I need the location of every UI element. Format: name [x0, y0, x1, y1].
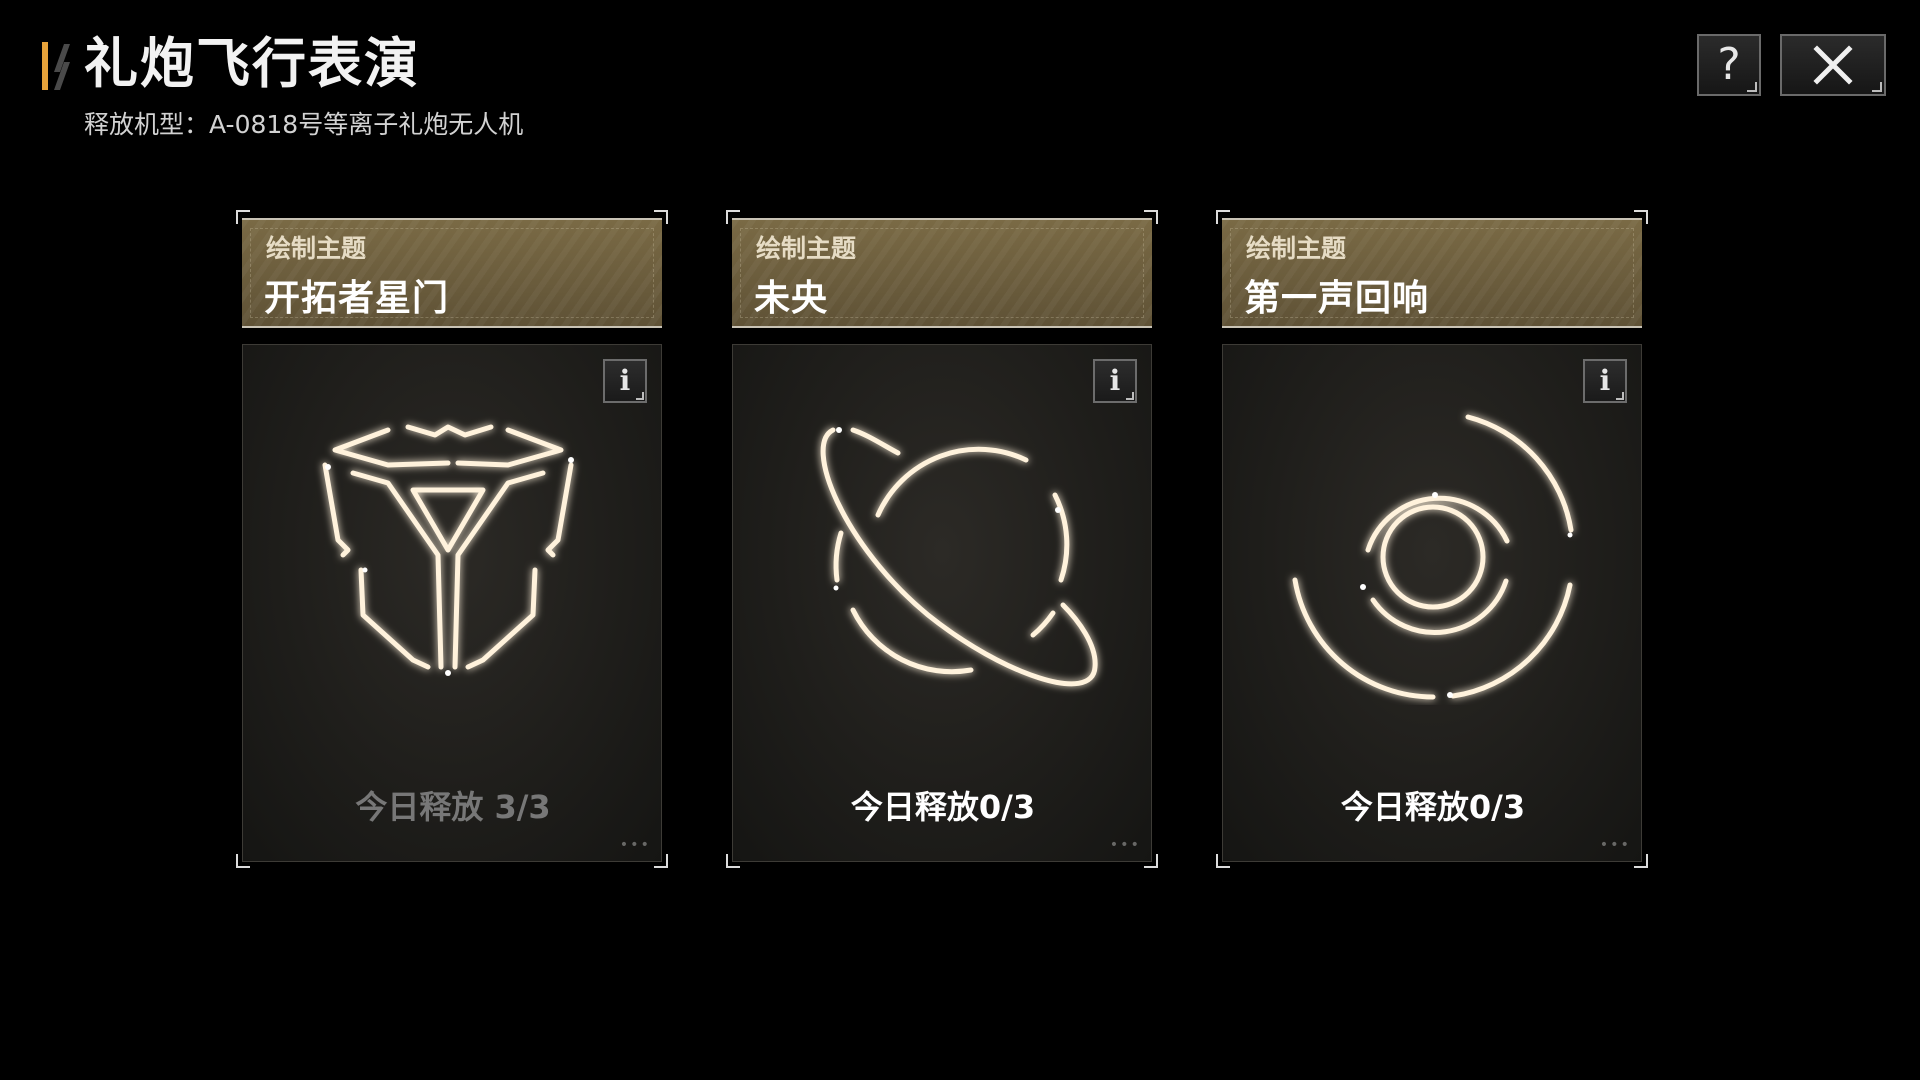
card-header: 绘制主题 开拓者星门 [242, 218, 662, 328]
theme-label: 绘制主题 [756, 234, 857, 263]
card-body: i [242, 344, 662, 862]
theme-card-pioneer-stargate[interactable]: 绘制主题 开拓者星门 i 今日释放 3/3 ••• [236, 210, 668, 868]
fireworks-show-screen: 礼炮飞行表演 释放机型：A-0818号等离子礼炮无人机 ? 绘制主题 开拓者星门… [0, 0, 1920, 1080]
theme-card-first-echo[interactable]: 绘制主题 第一声回响 i 今日释放0/3 ••• [1216, 210, 1648, 868]
more-icon: ••• [1109, 837, 1141, 853]
pioneer-stargate-icon [322, 424, 574, 676]
info-icon: i [1599, 364, 1611, 397]
info-icon: i [1109, 364, 1121, 397]
question-icon: ? [1717, 39, 1741, 90]
info-button[interactable]: i [1093, 359, 1137, 403]
release-count: 今日释放 3/3 [355, 788, 551, 826]
concentric-circles-icon [1292, 414, 1574, 700]
theme-label: 绘制主题 [266, 234, 367, 263]
more-icon: ••• [1599, 837, 1631, 853]
card-header: 绘制主题 第一声回响 [1222, 218, 1642, 328]
release-count: 今日释放0/3 [1340, 788, 1526, 826]
card-body: i [732, 344, 1152, 862]
release-count: 今日释放0/3 [850, 788, 1036, 826]
more-icon: ••• [619, 837, 651, 853]
theme-label: 绘制主题 [1246, 234, 1347, 263]
planet-ring-icon [820, 427, 1098, 687]
help-button[interactable]: ? [1697, 34, 1761, 96]
info-button[interactable]: i [1583, 359, 1627, 403]
theme-title: 开拓者星门 [264, 278, 450, 319]
theme-title: 未央 [754, 278, 829, 319]
drone-model-subtitle: 释放机型：A-0818号等离子礼炮无人机 [84, 110, 524, 139]
close-button[interactable] [1780, 34, 1886, 96]
info-icon: i [619, 364, 631, 397]
card-header: 绘制主题 未央 [732, 218, 1152, 328]
info-button[interactable]: i [603, 359, 647, 403]
theme-card-weiyang[interactable]: 绘制主题 未央 i 今日释放0/3 ••• [726, 210, 1158, 868]
page-title: 礼炮飞行表演 [84, 32, 420, 95]
close-icon [1813, 45, 1853, 85]
card-body: i [1222, 344, 1642, 862]
theme-title: 第一声回响 [1244, 278, 1430, 319]
title-accent-icon [42, 42, 70, 90]
